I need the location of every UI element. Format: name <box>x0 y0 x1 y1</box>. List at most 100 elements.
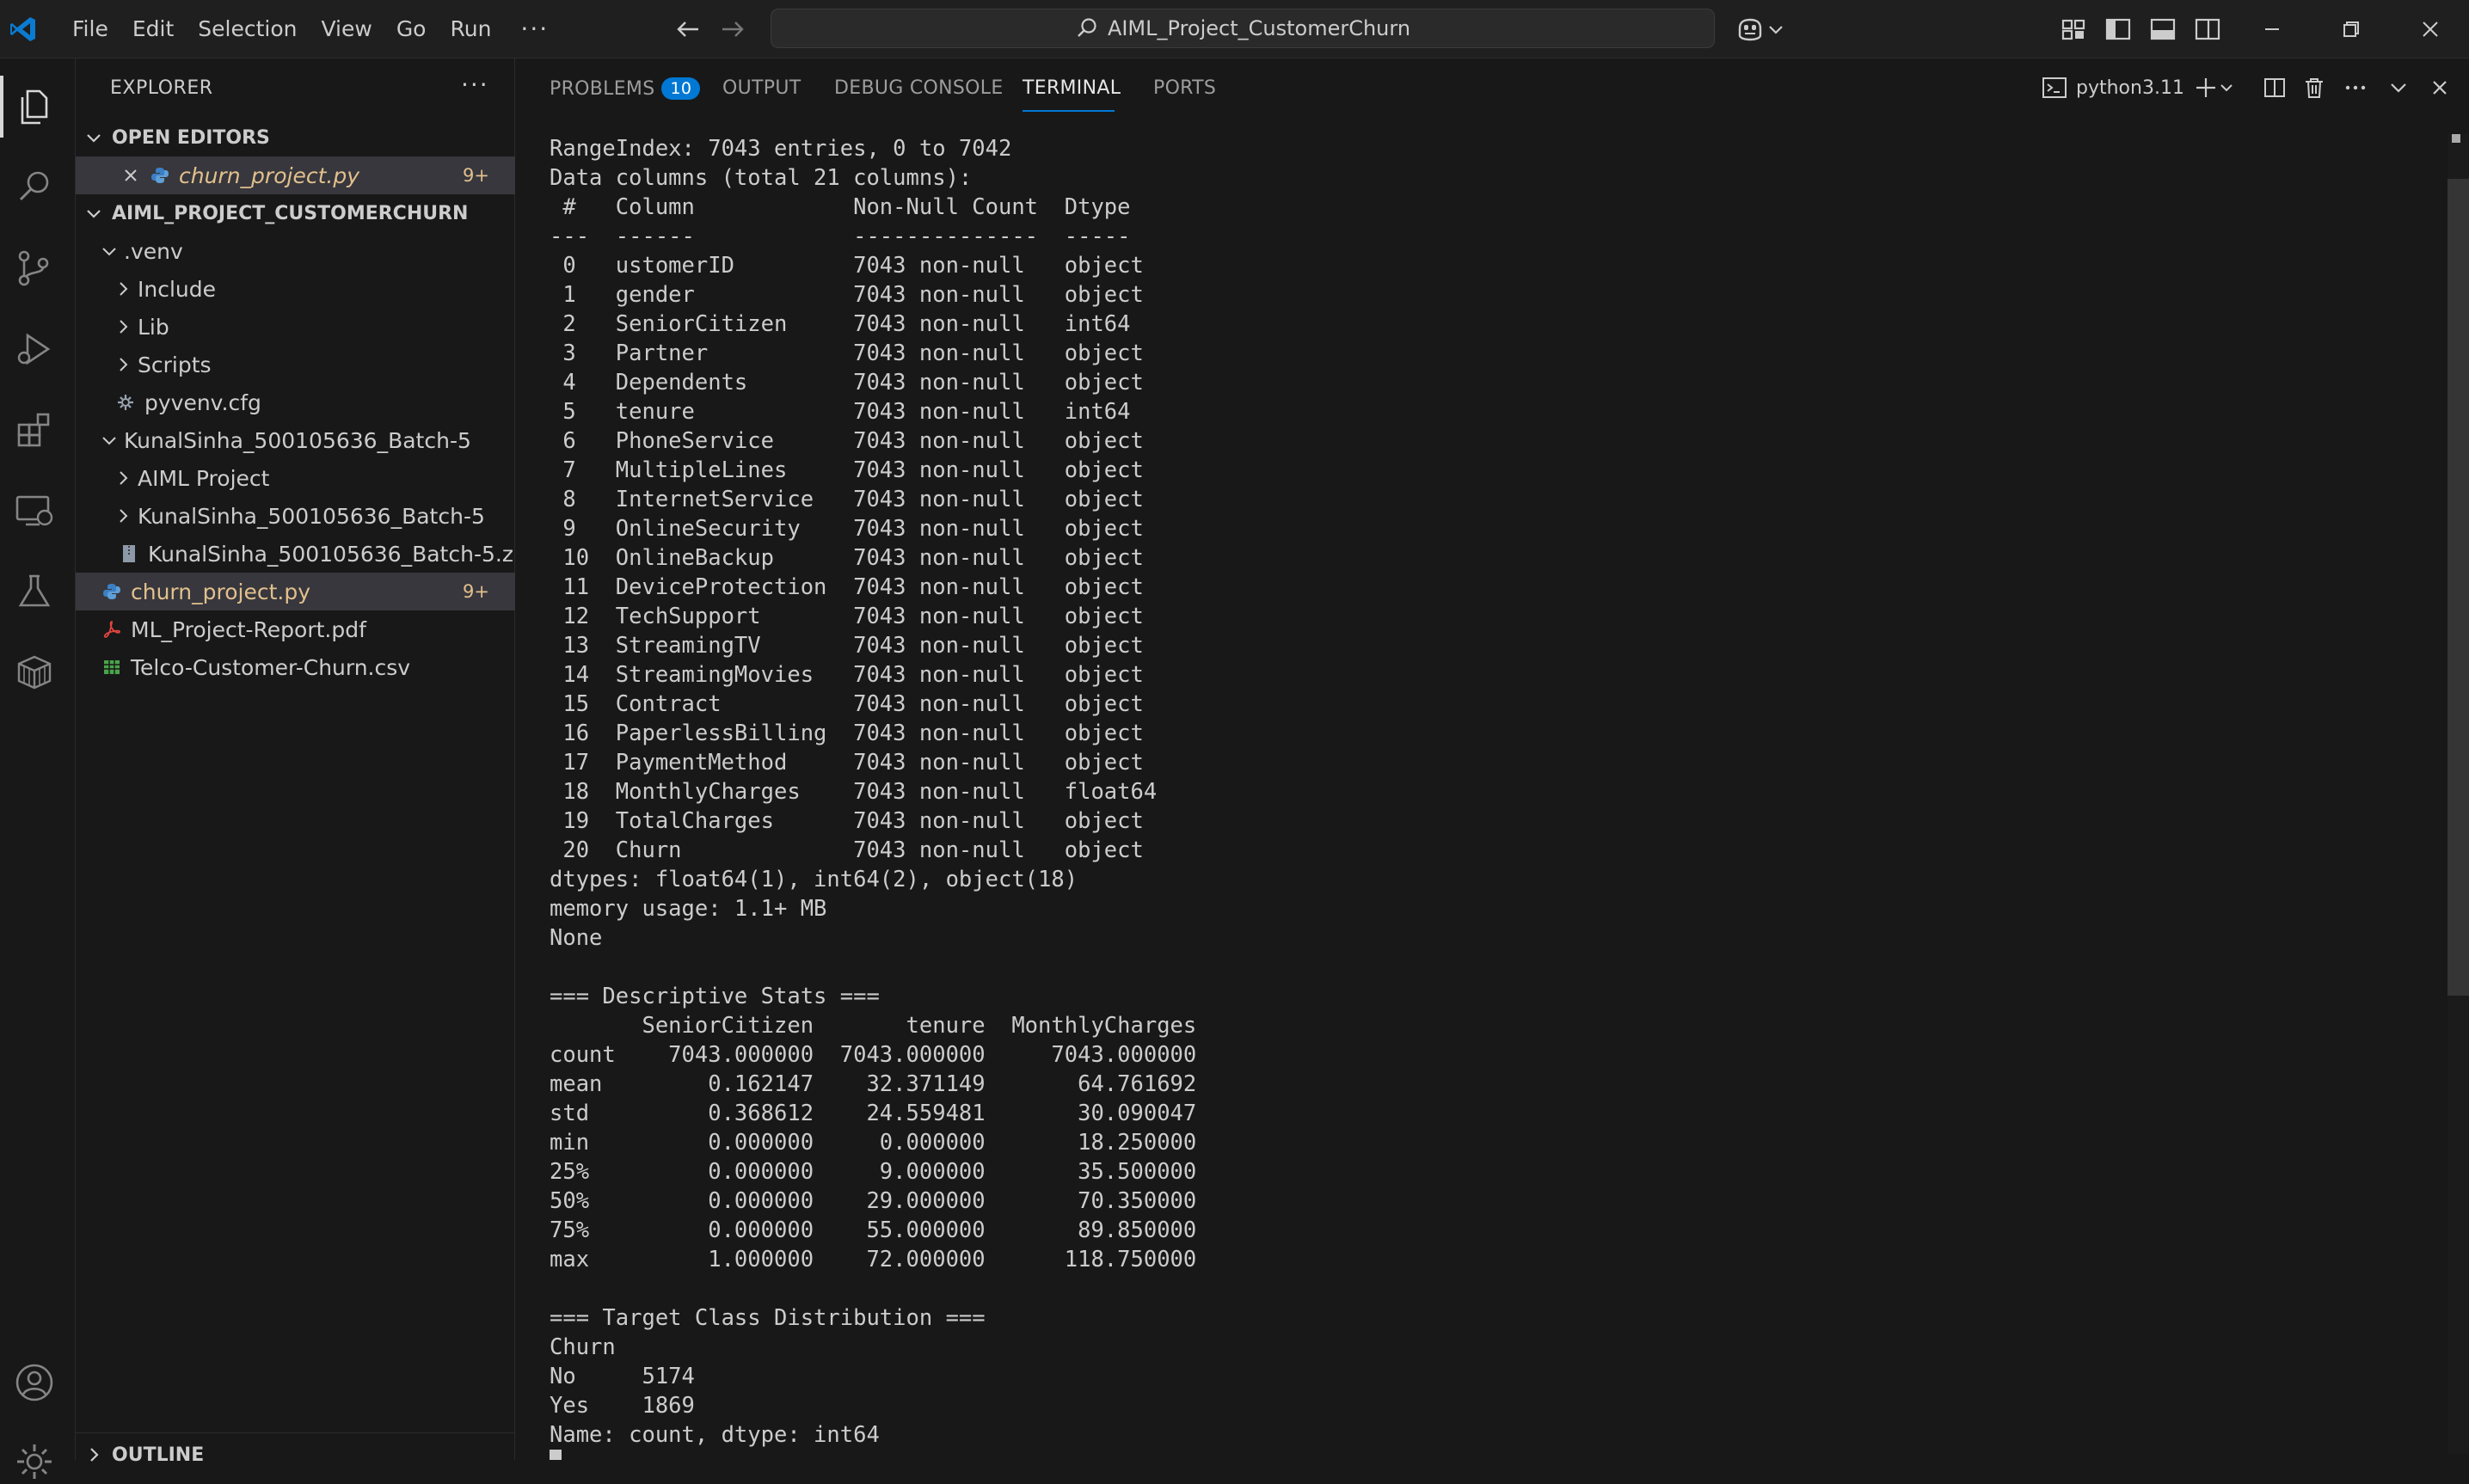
terminal-line: memory usage: 1.1+ MB <box>550 896 827 922</box>
close-icon[interactable] <box>120 165 141 186</box>
minimize-icon[interactable] <box>2253 10 2291 48</box>
terminal-line: # Column Non-Null Count Dtype <box>550 194 1158 220</box>
extensions-icon[interactable] <box>12 408 57 452</box>
chevron-down-icon <box>102 248 116 256</box>
terminal-scrollbar-thumb[interactable] <box>2448 179 2469 996</box>
terminal-output[interactable]: RangeIndex: 7043 entries, 0 to 7042 Data … <box>550 134 1196 1450</box>
tab-terminal[interactable]: TERMINAL <box>1023 77 1121 99</box>
csv-file-icon <box>104 660 120 674</box>
remote-explorer-icon[interactable] <box>12 488 57 533</box>
chevron-down-icon[interactable] <box>2218 74 2235 101</box>
explorer-files-icon[interactable] <box>12 84 57 129</box>
tree-item-label: ML_Project-Report.pdf <box>131 616 366 642</box>
problem-count-badge: 9+ <box>463 165 489 186</box>
terminal-line: 13 StreamingTV 7043 non-null object <box>550 633 1158 659</box>
open-editor-item[interactable]: churn_project.py 9+ <box>76 156 515 194</box>
tab-debug-console[interactable]: DEBUG CONSOLE <box>834 77 1004 99</box>
tab-output[interactable]: OUTPUT <box>722 77 801 99</box>
terminal-line: 7 MultipleLines 7043 non-null object <box>550 457 1158 483</box>
accounts-icon[interactable] <box>12 1360 57 1405</box>
tree-folder-aiml-project[interactable]: AIML Project <box>76 459 515 497</box>
terminal-cursor <box>550 1450 562 1460</box>
tree-item-label: AIML Project <box>138 465 270 491</box>
chevron-down-icon[interactable] <box>1766 15 1785 44</box>
explorer-sidebar: EXPLORER ··· OPEN EDITORS churn_project.… <box>76 58 533 1466</box>
tab-label: DEBUG CONSOLE <box>834 77 1004 99</box>
tab-problems[interactable]: PROBLEMS 10 <box>550 77 701 100</box>
terminal-line: 20 Churn 7043 non-null object <box>550 837 1158 863</box>
close-panel-icon[interactable] <box>2426 74 2454 101</box>
menu-run[interactable]: Run <box>438 0 503 58</box>
maximize-panel-chevron-icon[interactable] <box>2385 74 2412 101</box>
terminal-icon[interactable] <box>2041 74 2068 101</box>
restore-icon[interactable] <box>2332 10 2370 48</box>
menu-edit[interactable]: Edit <box>120 0 186 58</box>
tree-item-label: Scripts <box>138 352 212 377</box>
tree-file-zip[interactable]: KunalSinha_500105636_Batch-5.zip <box>76 535 533 573</box>
manage-gear-icon[interactable] <box>12 1439 57 1484</box>
close-window-icon[interactable] <box>2411 10 2449 48</box>
gear-icon <box>118 395 133 410</box>
toggle-panel-icon[interactable] <box>2148 15 2177 44</box>
title-bar: File Edit Selection View Go Run ··· AIML… <box>0 0 2469 58</box>
menu-selection[interactable]: Selection <box>186 0 309 58</box>
tree-folder-venv[interactable]: .venv <box>76 232 515 270</box>
terminal-line: 19 TotalCharges 7043 non-null object <box>550 808 1158 834</box>
tree-file-csv[interactable]: Telco-Customer-Churn.csv <box>76 648 515 686</box>
trash-icon[interactable] <box>2300 74 2328 101</box>
tree-file-report-pdf[interactable]: ML_Project-Report.pdf <box>76 610 515 648</box>
tree-folder-lib[interactable]: Lib <box>76 308 515 346</box>
menu-go[interactable]: Go <box>384 0 439 58</box>
run-and-debug-icon[interactable] <box>12 327 57 371</box>
terminal-line: Name: count, dtype: int64 <box>550 1422 880 1448</box>
tree-file-churn-project[interactable]: churn_project.py 9+ <box>76 573 515 610</box>
zip-file-icon <box>123 545 135 562</box>
forward-arrow-icon[interactable] <box>717 14 748 45</box>
outline-header[interactable]: OUTLINE <box>76 1436 515 1474</box>
containers-icon[interactable] <box>12 650 57 695</box>
terminal-line: Yes 1869 <box>550 1393 695 1419</box>
chevron-right-icon <box>120 358 128 371</box>
problems-count-badge: 10 <box>661 77 701 100</box>
customize-layout-icon[interactable] <box>2059 15 2088 44</box>
command-center-search[interactable]: AIML_Project_CustomerChurn <box>771 9 1715 48</box>
terminal-line: --- ------ -------------- ----- <box>550 224 1158 249</box>
terminal-line: 10 OnlineBackup 7043 non-null object <box>550 545 1158 571</box>
back-arrow-icon[interactable] <box>673 14 703 45</box>
tree-folder-scripts[interactable]: Scripts <box>76 346 515 383</box>
search-icon[interactable] <box>12 165 57 210</box>
copilot-icon[interactable] <box>1735 15 1765 44</box>
toggle-secondary-sidebar-icon[interactable] <box>2193 15 2222 44</box>
new-terminal-plus-icon[interactable] <box>2192 74 2220 101</box>
search-icon <box>1078 18 1096 37</box>
menu-file[interactable]: File <box>60 0 120 58</box>
tree-folder-include[interactable]: Include <box>76 270 515 308</box>
open-editors-header[interactable]: OPEN EDITORS <box>76 119 515 156</box>
terminal-line: 4 Dependents 7043 non-null object <box>550 370 1158 396</box>
split-terminal-icon[interactable] <box>2261 74 2288 101</box>
menu-more-button[interactable]: ··· <box>503 0 566 58</box>
menu-view[interactable]: View <box>309 0 384 58</box>
source-control-icon[interactable] <box>12 246 57 291</box>
open-editors-label: OPEN EDITORS <box>112 126 270 149</box>
active-tab-indicator <box>1023 110 1115 112</box>
tree-folder-kunalsinha-nested[interactable]: KunalSinha_500105636_Batch-5 <box>76 497 515 535</box>
toggle-primary-sidebar-icon[interactable] <box>2104 15 2133 44</box>
tree-folder-kunalsinha[interactable]: KunalSinha_500105636_Batch-5 <box>76 421 515 459</box>
terminal-line: 17 PaymentMethod 7043 non-null object <box>550 750 1158 776</box>
explorer-more-button[interactable]: ··· <box>461 71 489 99</box>
terminal-line: 2 SeniorCitizen 7043 non-null int64 <box>550 311 1158 337</box>
project-folder-header[interactable]: AIML_PROJECT_CUSTOMERCHURN <box>76 194 515 232</box>
tab-ports[interactable]: PORTS <box>1153 77 1216 99</box>
terminal-name[interactable]: python3.11 <box>2076 77 2184 99</box>
terminal-line: 25% 0.000000 9.000000 35.500000 <box>550 1159 1197 1185</box>
testing-flask-icon[interactable] <box>12 569 57 614</box>
terminal-line: SeniorCitizen tenure MonthlyCharges <box>550 1013 1197 1039</box>
explorer-title: EXPLORER <box>110 77 213 99</box>
more-actions-icon[interactable] <box>2342 74 2369 101</box>
terminal-line: min 0.000000 0.000000 18.250000 <box>550 1130 1197 1156</box>
chevron-right-icon <box>120 282 128 296</box>
terminal-line: 12 TechSupport 7043 non-null object <box>550 604 1158 629</box>
tree-file-pyvenv-cfg[interactable]: pyvenv.cfg <box>76 383 515 421</box>
